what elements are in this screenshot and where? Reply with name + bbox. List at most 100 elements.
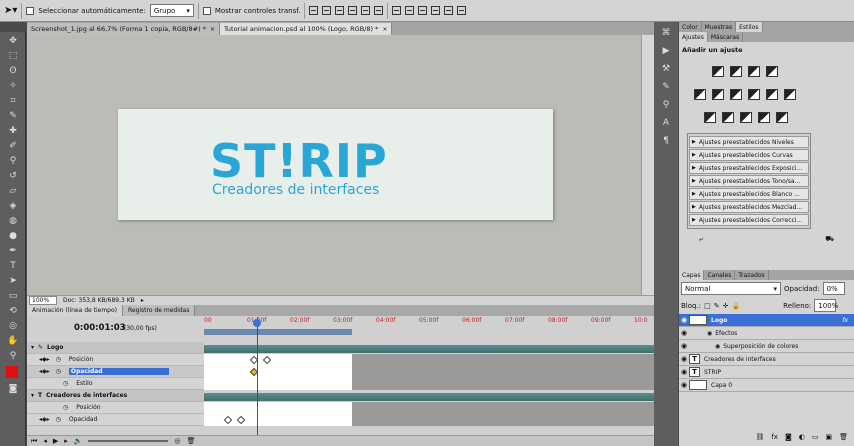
shape-tool-icon[interactable]: ▭: [4, 289, 22, 302]
actions-icon[interactable]: ▶: [659, 44, 673, 58]
dodge-tool-icon[interactable]: ●: [4, 229, 22, 242]
tab-tutorial[interactable]: Tutorial animacion.psd al 100% (Logo, RG…: [219, 23, 393, 35]
timeline-row-opacity[interactable]: ◂◆▸ ◷ Opacidad: [27, 366, 654, 378]
tab-paths[interactable]: Trazados: [735, 270, 769, 280]
tab-masks[interactable]: Máscaras: [708, 32, 744, 42]
lock-position-icon[interactable]: ✛: [723, 302, 729, 310]
layer-row-logo[interactable]: ◉ Logo fx: [679, 314, 854, 327]
play-icon[interactable]: ▸: [141, 297, 144, 304]
distribute-middle-icon[interactable]: [405, 6, 415, 15]
auto-select-dropdown[interactable]: Grupo ▾: [149, 4, 194, 17]
stopwatch-icon[interactable]: ◷: [56, 416, 61, 423]
eye-icon[interactable]: ◉: [679, 342, 689, 350]
brush-tool-icon[interactable]: ✐: [4, 139, 22, 152]
zoom-slider[interactable]: [88, 440, 169, 442]
canvas-scrollbar[interactable]: [641, 35, 654, 295]
onion-skin-icon[interactable]: ◎: [174, 437, 180, 445]
list-item[interactable]: ▶ Ajustes preestablecidos Mezclad...: [689, 201, 809, 213]
align-bottom-icon[interactable]: [335, 6, 345, 15]
show-controls-checkbox[interactable]: [202, 6, 211, 15]
align-center-icon[interactable]: [361, 6, 371, 15]
photo-filter-icon[interactable]: [766, 89, 778, 100]
magic-wand-icon[interactable]: ✧: [4, 79, 22, 92]
align-left-icon[interactable]: [348, 6, 358, 15]
next-frame-icon[interactable]: ▸: [64, 437, 68, 445]
adjustment-layer-icon[interactable]: ◐: [799, 433, 805, 441]
prev-frame-icon[interactable]: ◂: [43, 437, 47, 445]
canvas-area[interactable]: ST!RIP Creadores de interfaces: [27, 35, 641, 295]
posterize-icon[interactable]: [722, 112, 734, 123]
eye-icon[interactable]: ◉: [679, 329, 689, 337]
list-item[interactable]: ▶ Ajustes preestablecidos Niveles: [689, 136, 809, 148]
selective-color-icon[interactable]: [776, 112, 788, 123]
color-balance-icon[interactable]: [730, 89, 742, 100]
align-right-icon[interactable]: [374, 6, 384, 15]
keyframe-nav-icon[interactable]: ◂◆▸: [39, 416, 50, 423]
distribute-left-icon[interactable]: [431, 6, 441, 15]
trash-icon[interactable]: 🗑: [839, 433, 848, 441]
lasso-tool-icon[interactable]: ʘ: [4, 64, 22, 77]
distribute-bottom-icon[interactable]: [418, 6, 428, 15]
auto-select-checkbox[interactable]: [26, 6, 35, 15]
layer-row-capa0[interactable]: ◉ Capa 0: [679, 379, 854, 392]
pen-tool-icon[interactable]: ✒: [4, 244, 22, 257]
brightness-icon[interactable]: [712, 66, 724, 77]
fx-icon[interactable]: fx: [771, 433, 778, 441]
distribute-top-icon[interactable]: [392, 6, 402, 15]
list-item[interactable]: ▶ Ajustes preestablecidos Tono/sa...: [689, 175, 809, 187]
crop-tool-icon[interactable]: ⌗: [4, 94, 22, 107]
document-canvas[interactable]: ST!RIP Creadores de interfaces: [118, 109, 553, 220]
eye-icon[interactable]: ◉: [679, 368, 689, 376]
distribute-center-icon[interactable]: [444, 6, 454, 15]
list-item[interactable]: ▶ Ajustes preestablecidos Curvas: [689, 149, 809, 161]
timeline-row-opacity[interactable]: ◂◆▸ ◷ Opacidad: [27, 414, 654, 426]
history-brush-icon[interactable]: ↺: [4, 169, 22, 182]
time-ruler[interactable]: 0001:00f02:00f03:00f04:00f05:00f06:00f07…: [204, 317, 647, 329]
effect-eye-icon[interactable]: ◉: [715, 343, 720, 350]
hue-saturation-icon[interactable]: [712, 89, 724, 100]
zoom-tool-icon[interactable]: ⚲: [4, 349, 22, 362]
eye-icon[interactable]: ◉: [679, 355, 689, 363]
return-icon[interactable]: ⤶: [699, 235, 703, 244]
timeline-row-creadores[interactable]: ▾ T Creadores de interfaces: [27, 390, 654, 402]
history-icon[interactable]: ⌘: [659, 26, 673, 40]
healing-brush-icon[interactable]: ✚: [4, 124, 22, 137]
layer-duration-bar[interactable]: [204, 393, 654, 401]
zoom-field[interactable]: 100%: [29, 296, 57, 305]
collapse-icon[interactable]: ▾: [31, 344, 34, 351]
fx-icon[interactable]: fx: [842, 317, 848, 324]
threshold-icon[interactable]: [740, 112, 752, 123]
layer-duration-bar[interactable]: [204, 345, 654, 353]
fill-field[interactable]: 100%: [814, 299, 838, 312]
channel-mixer-icon[interactable]: [784, 89, 796, 100]
stopwatch-icon[interactable]: ◷: [63, 404, 68, 411]
audio-icon[interactable]: 🔈: [74, 437, 83, 445]
hand-tool-icon[interactable]: ✋: [4, 334, 22, 347]
close-icon[interactable]: ×: [210, 26, 215, 33]
3d-rotate-icon[interactable]: ⟲: [4, 304, 22, 317]
3d-orbit-icon[interactable]: ◎: [4, 319, 22, 332]
timeline-row-logo[interactable]: ▾ ✎ Logo: [27, 342, 654, 354]
move-tool-icon[interactable]: ✥: [4, 34, 22, 47]
stopwatch-icon[interactable]: ◷: [56, 368, 61, 375]
timeline-row-position[interactable]: ◂◆▸ ◷ Posición: [27, 354, 654, 366]
tab-measurement-log[interactable]: Registro de medidas: [122, 305, 196, 316]
align-middle-icon[interactable]: [322, 6, 332, 15]
tab-color[interactable]: Color: [679, 22, 702, 32]
layer-row-effects[interactable]: ◉ ◉ Efectos: [679, 327, 854, 340]
quick-mask-icon[interactable]: ◙: [4, 382, 22, 395]
collapse-icon[interactable]: ▾: [31, 392, 34, 399]
stamp-tool-icon[interactable]: ⚲: [4, 154, 22, 167]
blur-tool-icon[interactable]: ◍: [4, 214, 22, 227]
paragraph-icon[interactable]: ¶: [659, 134, 673, 148]
exposure-icon[interactable]: [766, 66, 778, 77]
eye-icon[interactable]: ◉: [679, 381, 689, 389]
work-area-bar[interactable]: [204, 329, 352, 335]
gradient-map-icon[interactable]: [758, 112, 770, 123]
black-white-icon[interactable]: [748, 89, 760, 100]
tab-swatches[interactable]: Muestras: [702, 22, 737, 32]
vibrance-icon[interactable]: [694, 89, 706, 100]
close-icon[interactable]: ×: [382, 26, 387, 33]
lock-transparency-icon[interactable]: □: [704, 302, 711, 310]
keyframe-nav-icon[interactable]: ◂◆▸: [39, 368, 50, 375]
